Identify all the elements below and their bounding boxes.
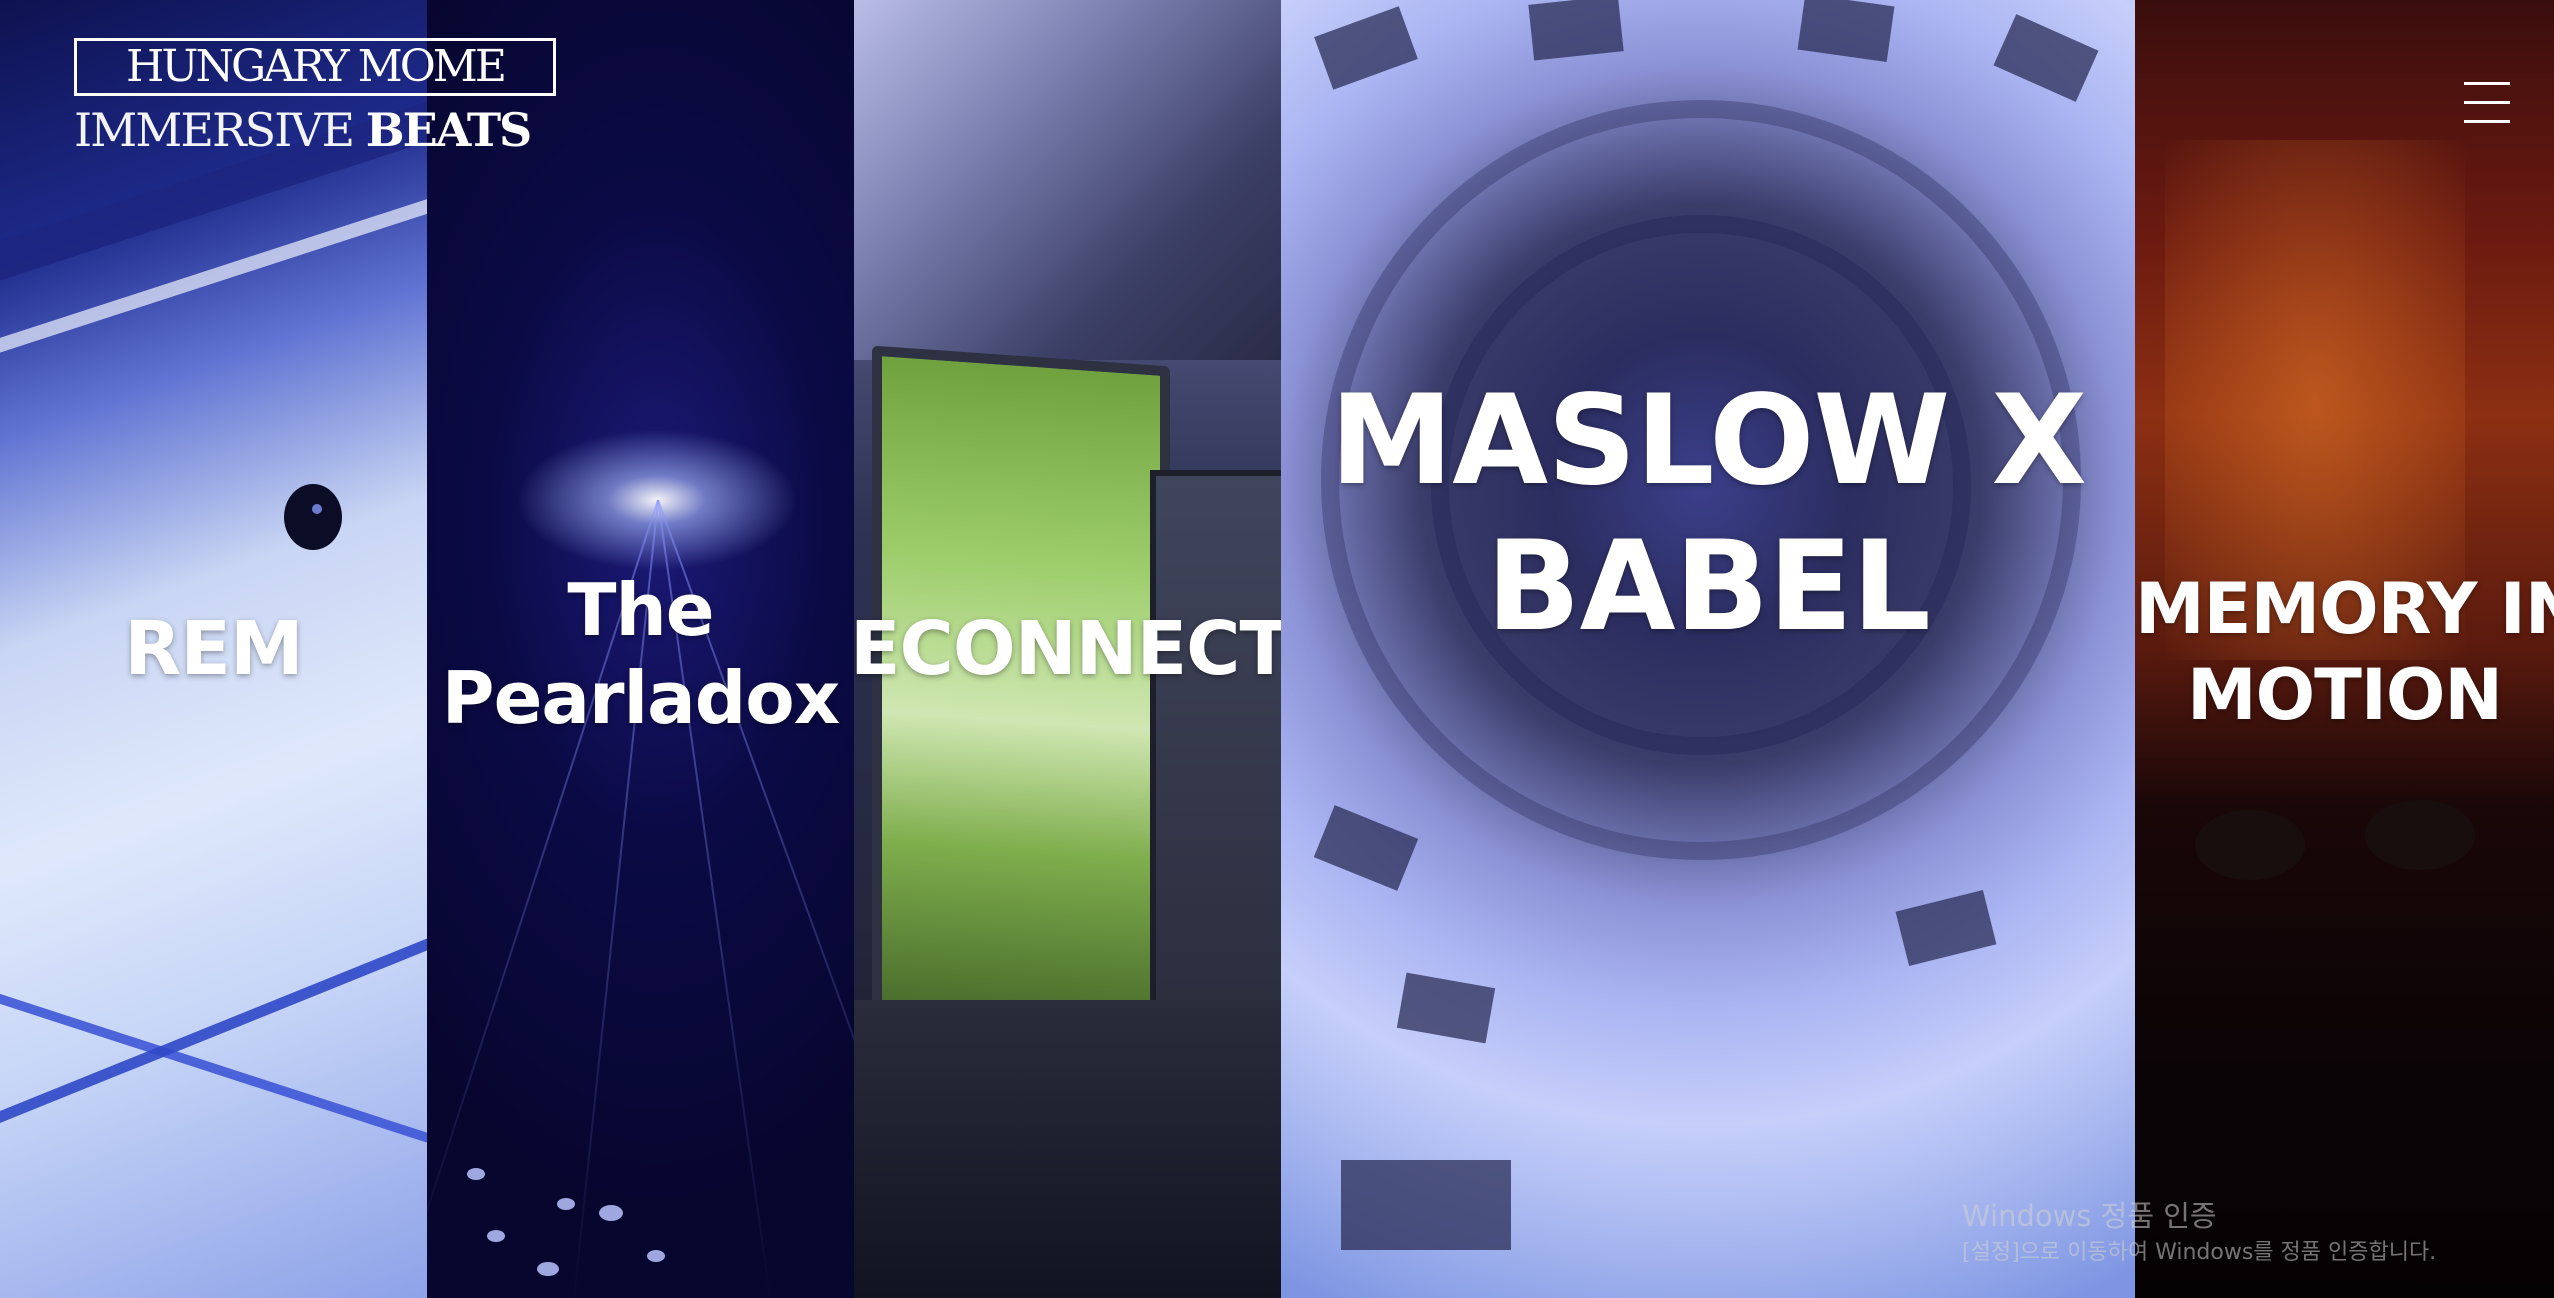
tower-tile [1396,972,1496,1044]
panel-title-line: REM [124,606,303,692]
pearl-dot [487,1230,505,1242]
project-panels: REM The Pearladox RECONNECTI [0,0,2554,1298]
tower-tile [1341,1160,1511,1250]
audience-seat [2365,800,2475,870]
panel-reconnection-door [1150,470,1281,1042]
menu-bar [2464,120,2510,123]
audience-seat [2195,810,2305,880]
pearl-dot [467,1168,485,1180]
panel-title-line: BABEL [1486,515,1931,659]
panel-maslow-babel[interactable]: MASLOW X BABEL [1281,0,2135,1298]
tower-tile [1314,6,1418,90]
panel-rem-eye-shape [284,484,342,550]
panel-title-line: MEMORY IN [2135,568,2554,650]
panel-title-line: RECONNECTION [854,606,1281,692]
tower-tile [1993,14,2099,102]
immersive-beats-page: REM The Pearladox RECONNECTI [0,0,2554,1298]
panel-reconnection[interactable]: RECONNECTION [854,0,1281,1298]
panel-memory-in-motion-title: MEMORY IN MOTION [2135,566,2554,738]
menu-bar [2464,101,2510,104]
tower-tile [1313,805,1419,891]
site-logo[interactable]: HUNGARY MOME IMMERSIVE BEATS [74,38,556,156]
pearl-dot [557,1198,575,1210]
panel-title-line: MASLOW X [1329,369,2087,513]
panel-rem[interactable]: REM [0,0,427,1298]
menu-bar [2464,82,2510,85]
logo-subtitle: IMMERSIVE BEATS [74,104,556,156]
tower-tile [1528,0,1624,61]
panel-pearladox[interactable]: The Pearladox [427,0,854,1298]
panel-reconnection-ceiling [854,0,1281,360]
panel-maslow-babel-title: MASLOW X BABEL [1281,368,2135,660]
hamburger-menu-icon[interactable] [2464,82,2510,124]
tower-tile [1895,889,1997,967]
pearl-dot [537,1262,559,1276]
panel-pearladox-title: The Pearladox [427,566,854,742]
logo-subtitle-bold: BEATS [365,103,533,157]
pearl-dot [599,1205,623,1221]
panel-reconnection-title: RECONNECTION [854,606,1281,692]
panel-rem-title: REM [0,606,427,692]
pearl-dot [647,1250,665,1262]
panel-reconnection-floor [854,1000,1281,1298]
panel-title-line: The [567,568,714,652]
logo-subtitle-light: IMMERSIVE [74,103,366,157]
panel-rem-artwork-stripe [0,186,427,368]
tower-tile [1797,0,1895,62]
watermark-subtitle: [설정]으로 이동하여 Windows를 정품 인증합니다. [1962,1240,2437,1265]
logo-title: HUNGARY MOME [74,38,556,96]
panel-memory-in-motion[interactable]: MEMORY IN MOTION [2135,0,2554,1298]
watermark-title: Windows 정품 인증 [1962,1199,2217,1233]
panel-title-line: MOTION [2186,654,2503,736]
panel-title-line: Pearladox [441,656,840,740]
windows-activation-watermark: Windows 정품 인증 [설정]으로 이동하여 Windows를 정품 인증… [1962,1196,2436,1270]
